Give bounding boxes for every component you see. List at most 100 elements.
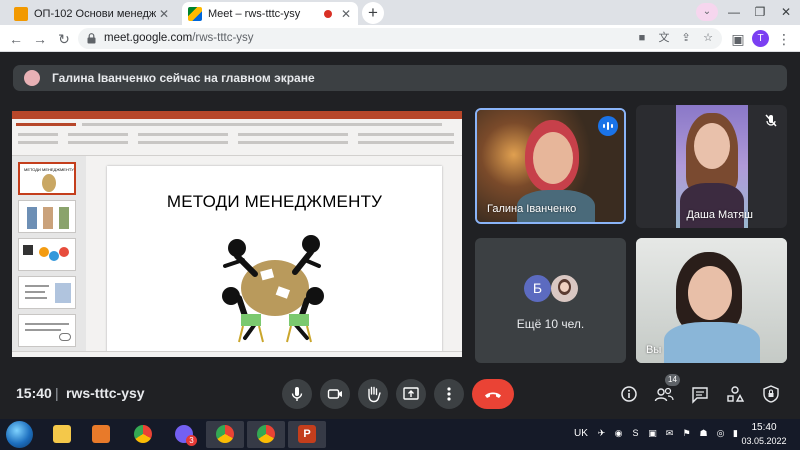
viber-tray-icon[interactable]: ◎ [715,428,726,439]
taskbar-chrome-window-2[interactable] [247,421,285,448]
clock-date[interactable]: 03.05.2022 [740,436,788,446]
address-bar[interactable]: meet.google.com/rws-tttc-ysy ■ 文 ⇪ ☆ [78,28,722,49]
tray-app-icon[interactable]: ◉ [613,428,624,439]
close-tab-icon[interactable]: ✕ [156,6,172,22]
end-call-button[interactable] [472,379,514,409]
activities-icon [727,386,745,402]
camera-button[interactable] [320,379,350,409]
powerpoint-icon: P [298,425,316,443]
tab-search-chevron-icon[interactable]: ⌄ [696,3,718,21]
minimize-icon[interactable]: — [722,3,746,21]
more-participants-tile[interactable]: Б Ещё 10 чел. [475,238,626,363]
muted-mic-icon [761,111,781,131]
taskbar-file-explorer[interactable] [43,421,81,448]
hand-icon [368,386,381,403]
maximize-icon[interactable]: ❐ [748,3,772,21]
phone-hangup-icon [485,392,501,398]
tab-classroom[interactable]: ОП-102 Основи менеджменту ✕ [8,2,176,25]
windows-start-button[interactable] [6,421,33,448]
camera-icon [327,389,342,399]
url-text: meet.google.com/rws-tttc-ysy [104,32,254,44]
side-panel-icon[interactable]: ▣ [728,29,748,49]
participant-tile-dasha[interactable]: Даша Матяш [636,105,787,228]
participant-video-face [694,123,730,169]
taskbar-powerpoint[interactable]: P [288,421,326,448]
chrome-menu-icon[interactable]: ⋮ [774,29,794,49]
participant-name: Галина Іванченко [487,203,577,215]
slide-thumbnail[interactable] [18,276,76,309]
tab-title: Meet – rws-tttc-ysy [208,7,301,20]
skype-icon[interactable]: S [630,428,641,439]
host-controls-button[interactable] [759,381,783,407]
meeting-table-illustration [222,235,324,343]
tray-app-icon[interactable]: ⚑ [681,428,692,439]
self-view-tile[interactable]: Вы [636,238,787,363]
more-vert-icon [447,387,451,401]
slide-thumbnail[interactable]: МЕТОДИ МЕНЕДЖМЕНТУ [18,162,76,195]
info-icon [621,386,637,402]
browser-toolbar: ← → ↻ meet.google.com/rws-tttc-ysy ■ 文 ⇪… [0,25,800,52]
participant-tile-galina[interactable]: Галина Іванченко [475,108,626,224]
tray-app-icon[interactable]: ☗ [698,428,709,439]
forward-arrow-icon[interactable]: → [30,29,50,49]
microphone-icon [291,387,303,401]
bookmark-star-icon[interactable]: ☆ [700,31,716,46]
taskbar-chrome[interactable] [124,421,162,448]
powerpoint-ribbon [12,119,462,156]
url-host: meet.google.com [104,32,193,44]
activities-button[interactable] [723,381,747,407]
present-icon [403,387,419,400]
shield-lock-icon [763,385,779,403]
participant-video-face [533,132,573,184]
close-tab-icon[interactable]: ✕ [338,6,354,22]
participant-avatar [551,275,578,302]
tray-app-icon[interactable]: ✈ [596,428,607,439]
windows-taskbar: 3 P UK ✈ ◉ S ▣ ✉ ⚑ ☗ ◎ ▮ 15:40 03.05.202… [0,419,800,450]
people-count-badge: 14 [665,374,680,386]
chat-icon [692,387,708,404]
more-participants-label: Ещё 10 чел. [516,317,585,331]
tray-app-icon[interactable]: ▣ [647,428,658,439]
taskbar-chrome-window[interactable] [206,421,244,448]
new-tab-button[interactable]: + [362,2,384,24]
taskbar-media-player[interactable] [82,421,120,448]
microphone-button[interactable] [282,379,312,409]
more-options-button[interactable] [434,379,464,409]
browser-tab-strip: ОП-102 Основи менеджменту ✕ Meet – rws-t… [0,0,800,25]
banner-text: Галина Іванченко сейчас на главном экран… [52,71,315,85]
input-language[interactable]: UK [574,428,588,439]
viber-unread-badge: 3 [186,435,197,446]
meet-icon [188,6,202,21]
meeting-details-button[interactable] [617,381,641,407]
share-icon[interactable]: ⇪ [678,31,694,46]
recording-indicator-icon [324,9,332,18]
back-arrow-icon[interactable]: ← [6,29,26,49]
participant-avatar: Б [524,275,551,302]
chrome-icon [257,425,275,443]
profile-avatar[interactable]: T [752,30,769,47]
tray-app-icon[interactable]: ✉ [664,428,675,439]
participant-name: Даша Матяш [686,209,753,221]
reload-icon[interactable]: ↻ [54,29,74,49]
clock-time[interactable]: 15:40 [740,422,788,433]
translate-icon[interactable]: 文 [656,31,672,46]
raise-hand-button[interactable] [358,379,388,409]
tab-meet[interactable]: Meet – rws-tttc-ysy ✕ [182,2,358,25]
slide-thumbnails: МЕТОДИ МЕНЕДЖМЕНТУ [12,156,86,352]
close-window-icon[interactable]: ✕ [774,3,798,21]
presenter-avatar [24,70,40,86]
present-screen-button[interactable] [396,379,426,409]
slide-thumbnail[interactable] [18,200,76,233]
shared-screen[interactable]: МЕТОДИ МЕНЕДЖМЕНТУ МЕТОДИ МЕНЕДЖМЕНТУ [12,111,462,357]
chat-button[interactable] [688,381,712,407]
participant-name: Вы [646,344,662,356]
camera-blocked-icon[interactable]: ■ [634,31,650,46]
powerpoint-title-bar [12,111,462,119]
taskbar-viber[interactable]: 3 [165,421,203,448]
lock-icon [87,33,96,44]
classroom-icon [14,6,28,21]
file-explorer-icon [53,425,71,443]
slide-thumbnail[interactable] [18,314,76,347]
slide-thumbnail[interactable] [18,238,76,271]
speaking-indicator-icon [598,116,618,136]
